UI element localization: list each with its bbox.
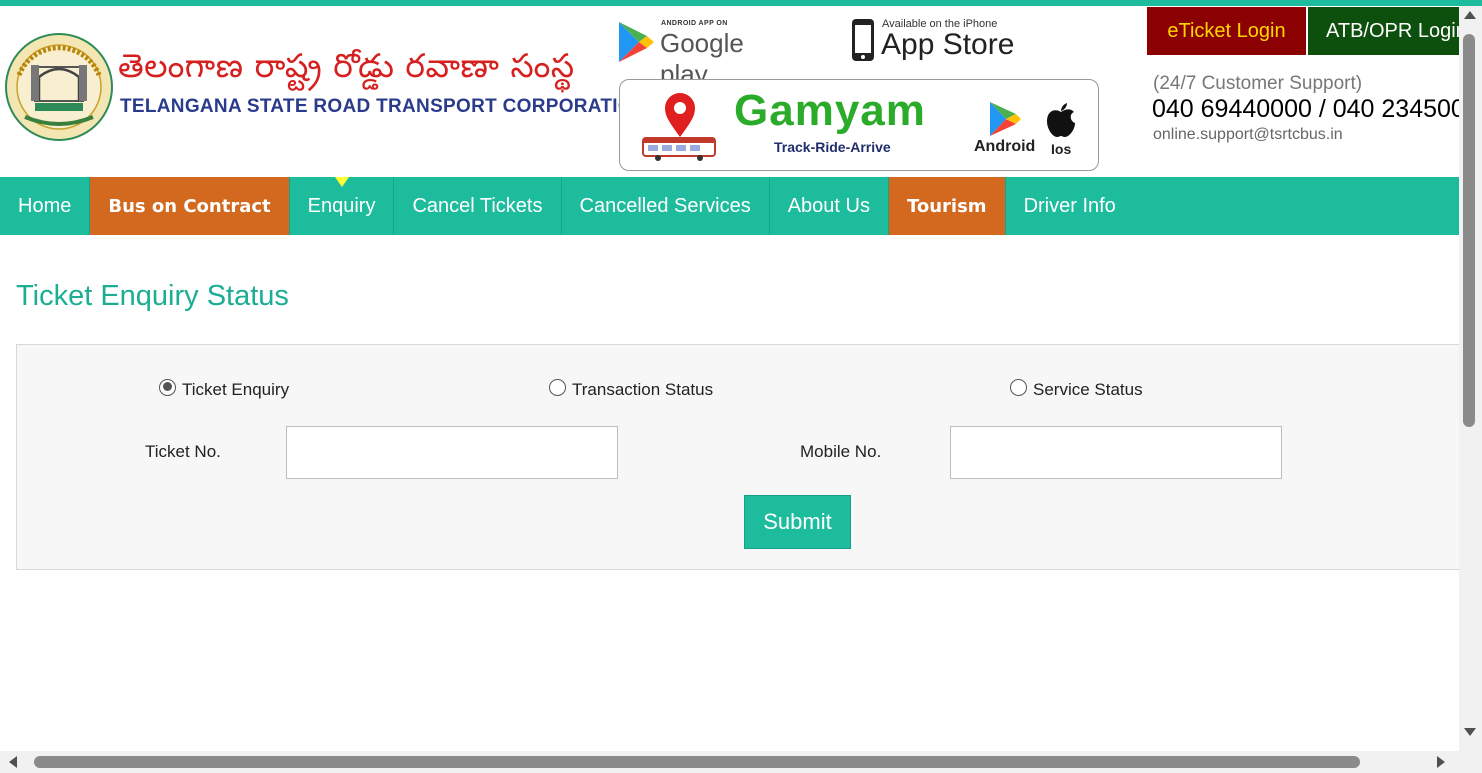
gamyam-app-banner[interactable]: Gamyam Track-Ride-Arrive Android Ios (619, 79, 1099, 171)
google-play-icon (619, 22, 654, 62)
horizontal-scroll-thumb[interactable] (34, 756, 1360, 768)
scroll-up-arrow-icon[interactable] (1464, 11, 1476, 19)
mobile-number-label: Mobile No. (800, 442, 882, 461)
nav-driver-info[interactable]: Driver Info (1006, 177, 1134, 235)
english-organization-title: TELANGANA STATE ROAD TRANSPORT CORPORATI… (120, 96, 647, 117)
app-store-text: App Store (881, 28, 1015, 61)
page-title: Ticket Enquiry Status (16, 280, 289, 312)
radio-transaction-status-label: Transaction Status (572, 380, 714, 399)
vertical-scroll-thumb[interactable] (1463, 34, 1475, 427)
customer-support-phone: 040 69440000 / 040 23450033 (1152, 95, 1482, 123)
customer-support-email[interactable]: online.support@tsrtcbus.in (1153, 126, 1343, 144)
nav-cancelled-services-label: Cancelled Services (579, 194, 751, 217)
gamyam-android-label: Android (974, 138, 1036, 155)
nav-about-us-label: About Us (787, 194, 870, 217)
nav-driver-info-label: Driver Info (1023, 194, 1116, 217)
gamyam-tagline: Track-Ride-Arrive (774, 139, 891, 155)
tsrtc-emblem-logo[interactable] (5, 31, 113, 143)
main-navigation: Home Bus on Contract Enquiry Cancel Tick… (0, 177, 1459, 235)
scroll-down-arrow-icon[interactable] (1464, 728, 1476, 736)
map-pin-icon (665, 93, 695, 137)
nav-about-us[interactable]: About Us (770, 177, 889, 235)
enquiry-form: Ticket Enquiry Transaction Status Servic… (16, 344, 1459, 570)
nav-enquiry[interactable]: Enquiry (290, 177, 395, 235)
nav-home[interactable]: Home (0, 177, 91, 235)
apple-icon (1047, 103, 1075, 137)
gamyam-app-name: Gamyam (734, 86, 926, 135)
customer-support-label: (24/7 Customer Support) (1153, 73, 1363, 94)
nav-tourism[interactable]: Tourism (888, 177, 1006, 235)
radio-ticket-enquiry-dot[interactable] (159, 378, 176, 396)
nav-home-label: Home (18, 194, 72, 217)
radio-service-status[interactable]: Service Status (1010, 378, 1143, 400)
play-store-icon (990, 102, 1021, 136)
radio-transaction-status[interactable]: Transaction Status (549, 378, 714, 400)
active-caret-icon (334, 177, 349, 187)
ticket-number-input[interactable] (286, 426, 618, 479)
app-store-badge[interactable]: Available on the iPhone App Store (848, 12, 1018, 64)
scroll-right-arrow-icon[interactable] (1437, 756, 1445, 768)
ticket-number-label: Ticket No. (145, 442, 221, 461)
nav-tourism-label: Tourism (906, 195, 987, 217)
nav-cancel-tickets-label: Cancel Tickets (412, 194, 543, 217)
nav-bus-on-contract-label: Bus on Contract (108, 195, 271, 217)
horizontal-scrollbar[interactable] (0, 751, 1459, 773)
radio-transaction-status-dot[interactable] (549, 378, 566, 396)
nav-enquiry-label: Enquiry (307, 194, 376, 217)
gamyam-ios-label: Ios (1051, 141, 1072, 157)
radio-ticket-enquiry[interactable]: Ticket Enquiry (159, 378, 290, 400)
scrollbar-corner (1459, 751, 1482, 773)
eticket-login-button[interactable]: eTicket Login (1147, 7, 1306, 55)
scroll-left-arrow-icon[interactable] (9, 756, 17, 768)
header: తెలంగాణ రాష్ట్ర రోడ్డు రవాణా సంస్థ TELAN… (0, 6, 1482, 177)
radio-service-status-label: Service Status (1033, 380, 1143, 399)
telugu-organization-title: తెలంగాణ రాష్ట్ర రోడ్డు రవాణా సంస్థ (118, 46, 575, 85)
radio-ticket-enquiry-label: Ticket Enquiry (182, 380, 290, 399)
vertical-scrollbar[interactable] (1459, 6, 1482, 751)
submit-button[interactable]: Submit (744, 495, 851, 549)
google-play-badge[interactable]: ANDROID APP ON Google play (617, 14, 792, 89)
atb-opr-login-button[interactable]: ATB/OPR Login (1308, 7, 1482, 55)
iphone-icon (852, 19, 874, 61)
nav-cancelled-services[interactable]: Cancelled Services (562, 177, 770, 235)
mobile-number-input[interactable] (950, 426, 1282, 479)
radio-service-status-dot[interactable] (1010, 378, 1027, 396)
google-play-small-text: ANDROID APP ON (661, 20, 728, 27)
nav-cancel-tickets[interactable]: Cancel Tickets (394, 177, 562, 235)
bus-icon (642, 137, 716, 161)
nav-bus-on-contract[interactable]: Bus on Contract (90, 177, 290, 235)
